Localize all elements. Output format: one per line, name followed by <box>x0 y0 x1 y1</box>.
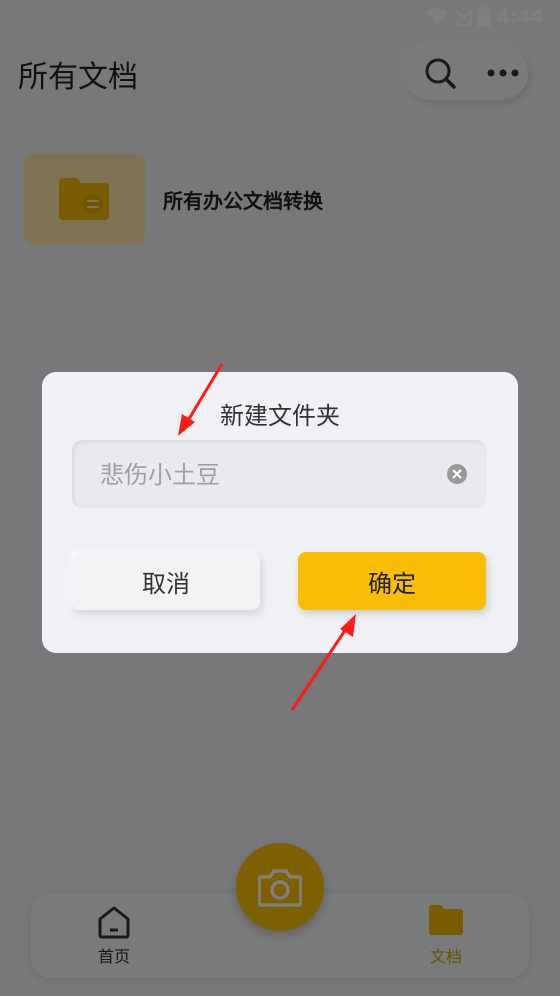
cancel-button[interactable]: 取消 <box>72 552 260 610</box>
confirm-button[interactable]: 确定 <box>298 552 486 610</box>
dialog-title: 新建文件夹 <box>220 402 340 430</box>
folder-name-field[interactable] <box>72 440 486 510</box>
new-folder-dialog: 新建文件夹 取消 确定 <box>42 372 518 653</box>
folder-name-input[interactable] <box>98 440 432 510</box>
clear-icon[interactable] <box>447 464 467 484</box>
